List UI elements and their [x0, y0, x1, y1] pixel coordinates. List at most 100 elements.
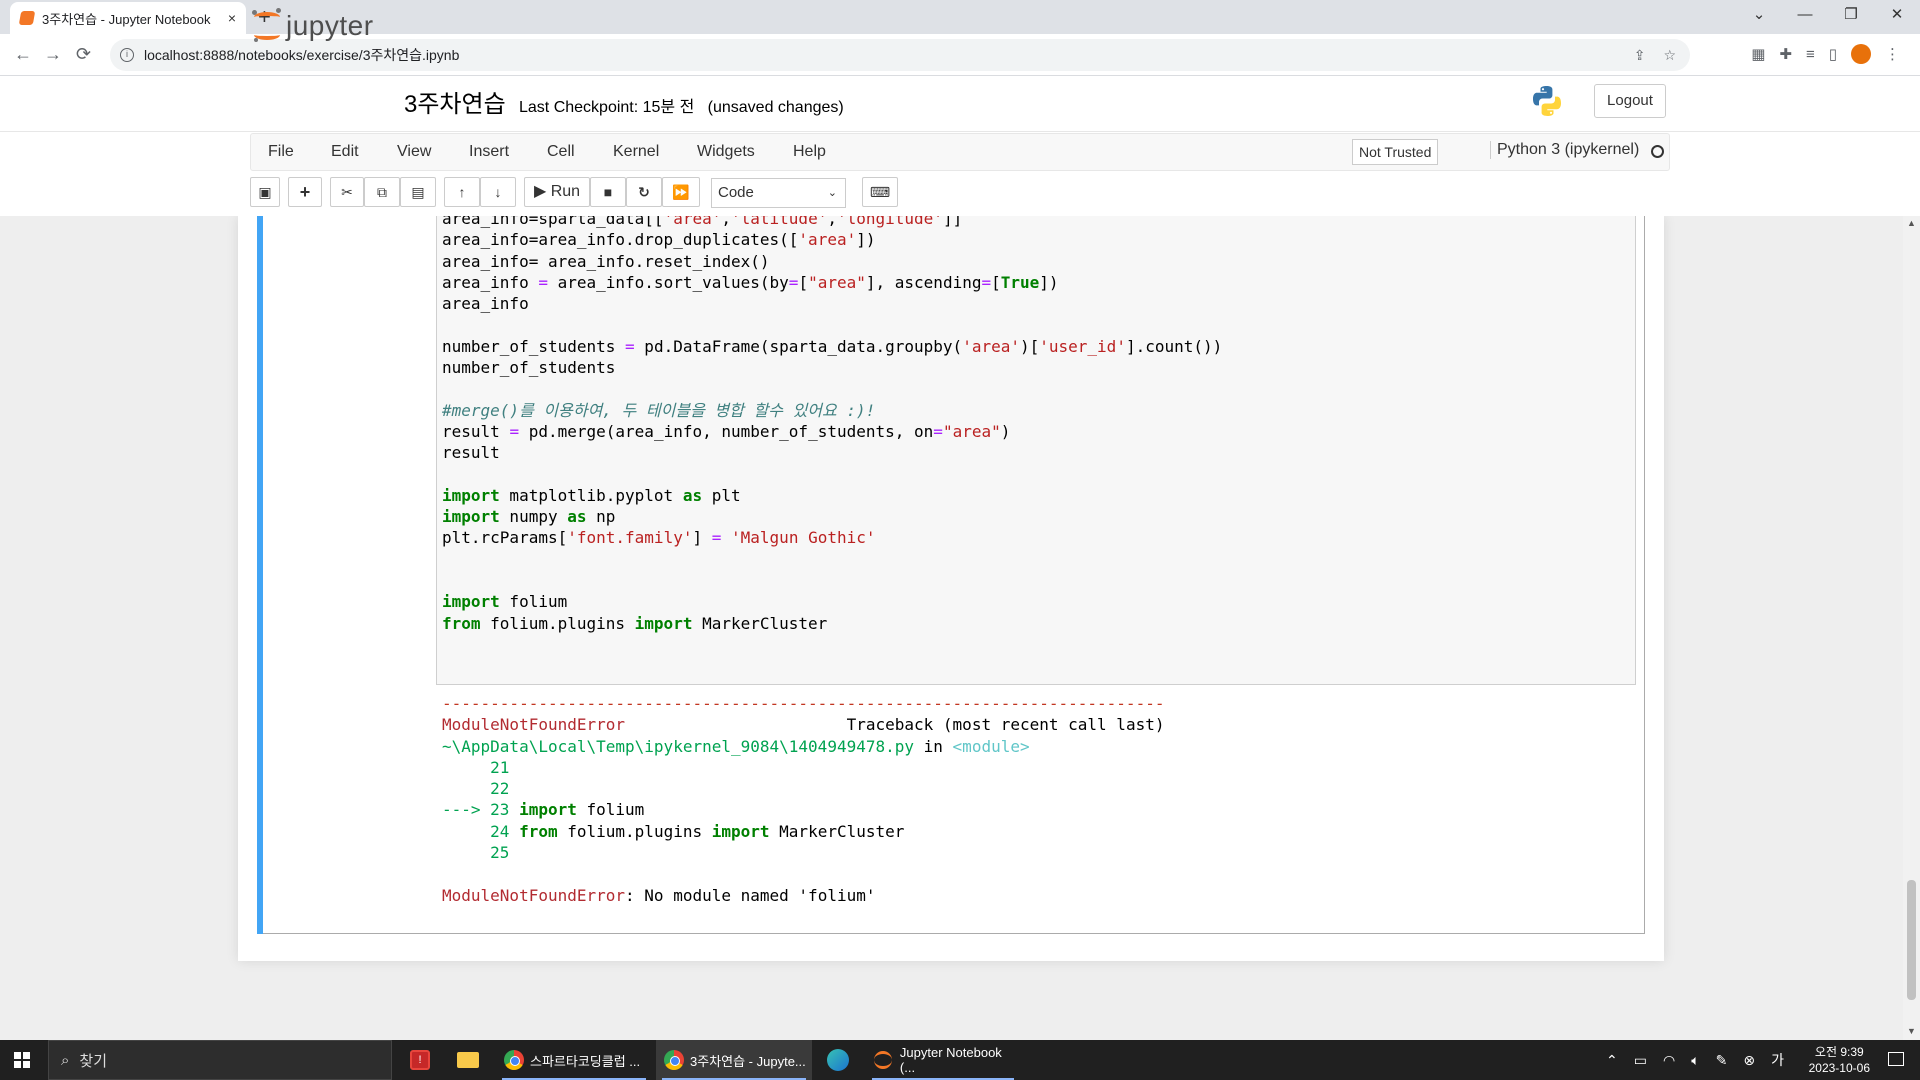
menu-cell[interactable]: Cell — [547, 143, 575, 161]
site-info-icon[interactable]: i — [120, 48, 134, 62]
jupyter-favicon-icon — [18, 11, 36, 25]
code-input-text[interactable]: area_info=sparta_data[['area','latitude'… — [442, 216, 1222, 634]
taskbar-app-edge[interactable] — [816, 1040, 860, 1080]
menu-file[interactable]: File — [268, 143, 294, 161]
run-label: Run — [550, 183, 581, 200]
checkpoint-status: Last Checkpoint: 15분 전 (unsaved changes) — [519, 99, 844, 116]
stop-icon: ■ — [603, 184, 613, 200]
scroll-down-icon[interactable]: ▼ — [1907, 1026, 1916, 1036]
taskbar-app-jupyter[interactable]: Jupyter Notebook (... — [866, 1040, 1020, 1080]
scrollbar-thumb[interactable] — [1907, 880, 1916, 1000]
restore-button[interactable]: ❐ — [1828, 0, 1874, 30]
windows-taskbar: ⌕ 찾기 ! 스파르타코딩클럽 ... 3주차연습 - Jupyte... Ju… — [0, 1040, 1920, 1080]
start-button[interactable] — [14, 1052, 30, 1068]
edge-icon — [827, 1049, 849, 1071]
extension-qr-icon[interactable]: ▦ — [1751, 45, 1765, 63]
error-output-text: ----------------------------------------… — [442, 694, 1165, 905]
ime-icon[interactable]: 가 — [1771, 1050, 1784, 1070]
window-controls: ⌄ — ❐ ✕ — [1736, 0, 1920, 30]
taskbar-app-label: Jupyter Notebook (... — [899, 1045, 1002, 1075]
extension-icons: ▦ ✚ ≡ ▯ ⋮ — [1751, 44, 1900, 64]
taskbar-app-label: 3주차연습 - Jupyte... — [690, 1053, 806, 1069]
cut-button[interactable]: ✂ — [330, 177, 364, 207]
trust-status-button[interactable]: Not Trusted — [1352, 139, 1439, 165]
command-palette-button[interactable]: ⌨ — [862, 177, 898, 207]
side-panel-icon[interactable]: ▯ — [1829, 45, 1837, 63]
wifi-icon[interactable]: ◠ — [1663, 1052, 1675, 1069]
fast-forward-icon: ⏩ — [672, 184, 690, 200]
move-up-button[interactable]: ↑ — [444, 177, 480, 207]
restart-run-all-button[interactable]: ⏩ — [662, 177, 700, 207]
taskbar-app-chrome-1[interactable]: 스파르타코딩클럽 ... — [496, 1040, 652, 1080]
profile-avatar[interactable] — [1851, 44, 1871, 64]
power-app-icon: ! — [410, 1050, 430, 1070]
share-icon[interactable]: ⇪ — [1634, 47, 1646, 64]
taskbar-app-power[interactable]: ! — [398, 1040, 442, 1080]
menu-help[interactable]: Help — [793, 143, 826, 161]
vpn-icon[interactable]: ⊗ — [1743, 1052, 1755, 1069]
restart-icon: ↻ — [638, 184, 650, 200]
save-button[interactable]: ▣ — [250, 177, 280, 207]
notebook-area: area_info=sparta_data[['area','latitude'… — [0, 216, 1920, 1040]
restart-button[interactable]: ↻ — [626, 177, 662, 207]
browser-menu-icon[interactable]: ⋮ — [1885, 45, 1900, 63]
taskbar-clock[interactable]: 오전 9:39 2023-10-06 — [1809, 1044, 1870, 1076]
forward-icon[interactable]: → — [44, 44, 62, 65]
url-text: localhost:8888/notebooks/exercise/3주차연습.… — [144, 47, 460, 63]
clock-time: 오전 9:39 — [1814, 1045, 1864, 1059]
interrupt-button[interactable]: ■ — [590, 177, 626, 207]
menu-kernel[interactable]: Kernel — [613, 143, 659, 161]
kernel-idle-indicator-icon — [1651, 145, 1664, 158]
paste-button[interactable]: ▤ — [400, 177, 436, 207]
arrow-up-icon: ↑ — [458, 184, 466, 200]
battery-icon[interactable]: ▭ — [1634, 1052, 1647, 1069]
logout-button[interactable]: Logout — [1594, 84, 1666, 118]
taskbar-file-explorer[interactable] — [446, 1040, 490, 1080]
menu-widgets[interactable]: Widgets — [697, 143, 755, 161]
jupyter-logo[interactable]: jupyter — [252, 8, 374, 44]
pen-icon[interactable]: ✎ — [1716, 1052, 1728, 1069]
menu-view[interactable]: View — [397, 143, 431, 161]
tab-search-icon[interactable]: ⌄ — [1736, 0, 1782, 30]
minimize-button[interactable]: — — [1782, 0, 1828, 30]
browser-tab[interactable]: 3주차연습 - Jupyter Notebook × — [10, 2, 246, 34]
chevron-down-icon: ⌄ — [827, 187, 837, 199]
back-icon[interactable]: ← — [14, 44, 32, 65]
save-icon: ▣ — [258, 184, 272, 200]
cell-type-value: Code — [718, 184, 754, 201]
move-down-button[interactable]: ↓ — [480, 177, 516, 207]
notification-icon[interactable] — [1888, 1052, 1904, 1066]
taskbar-search[interactable]: ⌕ 찾기 — [48, 1040, 392, 1080]
menu-insert[interactable]: Insert — [469, 143, 509, 161]
chrome-icon — [664, 1050, 684, 1070]
reload-icon[interactable]: ⟳ — [76, 44, 91, 65]
copy-button[interactable]: ⧉ — [364, 177, 400, 207]
page-scrollbar[interactable]: ▲ ▼ — [1903, 216, 1920, 1040]
plus-icon: + — [299, 182, 311, 202]
menu-edit[interactable]: Edit — [331, 143, 359, 161]
taskbar-app-label: 스파르타코딩클럽 ... — [530, 1053, 641, 1069]
reading-list-icon[interactable]: ≡ — [1806, 46, 1815, 63]
close-window-button[interactable]: ✕ — [1874, 0, 1920, 30]
run-button[interactable]: ▶ Run — [524, 177, 590, 207]
scroll-up-icon[interactable]: ▲ — [1907, 218, 1916, 228]
tray-overflow-icon[interactable]: ⌃ — [1606, 1052, 1618, 1069]
notebook-title[interactable]: 3주차연습 — [404, 84, 506, 119]
play-icon: ▶ — [533, 183, 547, 200]
folder-icon — [457, 1052, 479, 1068]
cell-selection-bar — [257, 216, 263, 934]
tab-title: 3주차연습 - Jupyter Notebook — [42, 11, 211, 27]
bookmark-star-icon[interactable]: ☆ — [1663, 47, 1676, 64]
volume-icon[interactable]: 🔈︎ — [1691, 1052, 1699, 1069]
taskbar-search-placeholder: 찾기 — [79, 1052, 108, 1070]
clock-date: 2023-10-06 — [1808, 1061, 1870, 1075]
taskbar-app-chrome-2[interactable]: 3주차연습 - Jupyte... — [656, 1040, 812, 1080]
cut-icon: ✂ — [341, 184, 353, 200]
jupyter-app-icon — [874, 1051, 892, 1069]
tab-close-icon[interactable]: × — [228, 10, 236, 26]
cell-type-select[interactable]: Code ⌄ — [711, 178, 846, 208]
jupyter-logo-icon — [252, 8, 282, 44]
insert-cell-button[interactable]: + — [288, 177, 322, 207]
extensions-puzzle-icon[interactable]: ✚ — [1779, 45, 1792, 63]
menu-bar: File Edit View Insert Cell Kernel Widget… — [250, 133, 1670, 171]
